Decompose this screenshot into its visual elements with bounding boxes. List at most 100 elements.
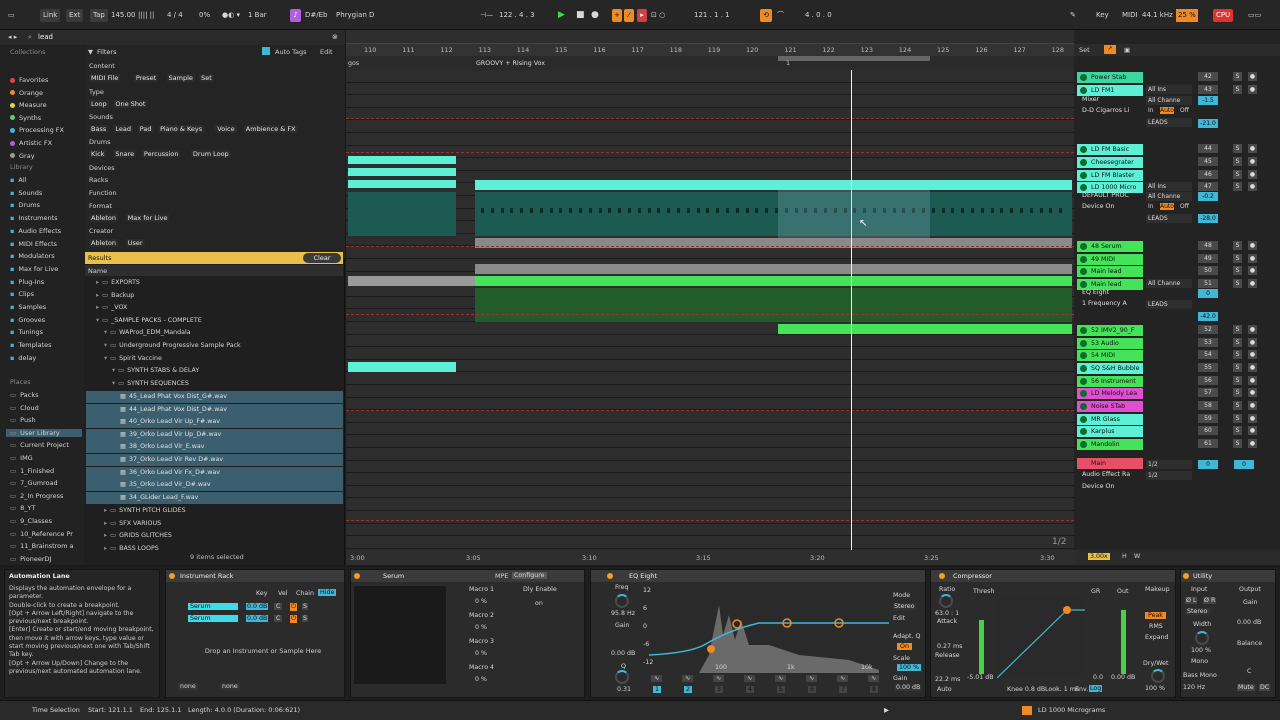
automation-line[interactable]	[346, 246, 1074, 247]
key-tab[interactable]: Key	[256, 590, 267, 597]
chain-volume[interactable]: 0.0 dB	[246, 603, 269, 610]
attack-value[interactable]: 0.27 ms	[937, 643, 962, 650]
eq-eight[interactable]: EQ Eight Freq 95.8 Hz Gain 0.00 dB Q 0.3…	[590, 569, 926, 698]
clip[interactable]	[475, 264, 1072, 274]
h-toggle[interactable]: H	[1122, 553, 1127, 560]
utility-device[interactable]: Utility Input Output Ø L Ø R Stereo Widt…	[1180, 569, 1276, 698]
record-icon[interactable]: ●	[591, 9, 599, 22]
track-number[interactable]: 54	[1198, 350, 1218, 359]
clip[interactable]	[778, 324, 1072, 334]
track-header[interactable]: 49 MIDI	[1077, 254, 1143, 265]
sample-file-row[interactable]: ▦ 37_Orko Lead Vir Rev D#.wav	[86, 454, 343, 466]
folder-row[interactable]: ▾ ▭ SYNTH STABS & DELAY	[112, 367, 199, 374]
sample-file-row[interactable]: ▦ 36_Orko Lead Vir Fx_D#.wav	[86, 466, 343, 479]
arm-button[interactable]: ●	[1248, 279, 1257, 288]
folder-row[interactable]: ▸ ▭ _VOX	[96, 304, 127, 311]
utility-header[interactable]: Utility	[1181, 570, 1275, 582]
drywet-value[interactable]: 100 %	[1145, 685, 1165, 692]
main-send[interactable]: 0	[1234, 460, 1254, 469]
width-value[interactable]: 100 %	[1191, 647, 1211, 654]
solo-button[interactable]: S	[1233, 363, 1242, 372]
volume-value[interactable]: -1.5	[1198, 96, 1218, 105]
solo-button[interactable]: S	[1233, 338, 1242, 347]
track-number[interactable]: 58	[1198, 401, 1218, 410]
track-number[interactable]: 44	[1198, 144, 1218, 153]
filter-chip-sounds[interactable]: Piano & Keys	[158, 125, 205, 133]
library-item-sounds[interactable]: ▪ Sounds	[10, 189, 42, 197]
sub-frequency[interactable]: 1 Frequency A	[1082, 300, 1127, 307]
link-button[interactable]: Link	[40, 9, 61, 22]
cpu-button[interactable]: CPU	[1213, 9, 1234, 22]
library-item-drums[interactable]: ▪ Drums	[10, 201, 40, 209]
serum-plugin-window[interactable]	[354, 586, 446, 684]
arm-button[interactable]: ●	[1248, 182, 1257, 191]
band-toggle[interactable]: 2	[684, 686, 693, 693]
collection-orange[interactable]: Orange	[10, 89, 43, 97]
track-number[interactable]: 43	[1198, 85, 1218, 94]
chain-pan[interactable]: C	[274, 615, 283, 622]
sub-mixer[interactable]: Mixer	[1082, 96, 1099, 103]
routing-select[interactable]: LEADS	[1146, 214, 1192, 223]
stop-icon[interactable]: ■	[576, 9, 585, 22]
follow-icon-mixer[interactable]: ↗	[1104, 45, 1116, 54]
place-cloud[interactable]: ▭ Cloud	[10, 404, 39, 412]
track-lane[interactable]	[346, 70, 1074, 83]
place-img[interactable]: ▭ IMG	[10, 454, 33, 462]
content-label[interactable]: Content	[89, 62, 115, 70]
solo-button[interactable]: S	[1233, 85, 1242, 94]
filter-chip-sounds[interactable]: Lead	[113, 125, 134, 133]
track-number[interactable]: 49	[1198, 254, 1218, 263]
locator-previous[interactable]: gos	[348, 60, 359, 67]
volume-value[interactable]: -28.0	[1198, 214, 1218, 223]
library-item-midi-effects[interactable]: ▪ MIDI Effects	[10, 240, 57, 248]
clip[interactable]	[475, 288, 1072, 322]
track-header[interactable]: 54 MIDI	[1077, 350, 1143, 361]
arm-button[interactable]: ●	[1248, 157, 1257, 166]
track-lane[interactable]	[346, 385, 1074, 398]
time-selection[interactable]	[778, 190, 930, 238]
clip[interactable]	[348, 362, 456, 372]
routing-select[interactable]: All Channe	[1146, 96, 1192, 105]
hide-button[interactable]: Hide	[318, 589, 337, 596]
solo-button[interactable]: S	[1233, 376, 1242, 385]
compressor[interactable]: Compressor Ratio 63.0 : 1 Attack 0.27 ms…	[930, 569, 1176, 698]
track-header[interactable]: LD FM Blaster	[1077, 170, 1143, 181]
solo-button[interactable]: S	[1233, 72, 1242, 81]
track-header[interactable]: Power Stab	[1077, 72, 1143, 83]
filter-chip-content[interactable]: Set	[199, 74, 214, 82]
library-item-audio-effects[interactable]: ▪ Audio Effects	[10, 227, 61, 235]
tempo-field[interactable]: 145.00	[111, 9, 136, 22]
key-map-button[interactable]: Key	[1096, 9, 1109, 22]
phase-right-button[interactable]: Ø R	[1203, 597, 1217, 604]
dc-button[interactable]: DC	[1259, 684, 1271, 691]
output-select[interactable]: none	[220, 683, 240, 690]
track-number[interactable]: 60	[1198, 426, 1218, 435]
serum-header[interactable]: Serum	[351, 570, 584, 582]
automation-line[interactable]	[346, 410, 1074, 411]
sample-file-row[interactable]: ▦ 34_GLider Lead_F.wav	[86, 491, 343, 504]
collection-processing-fx[interactable]: Processing FX	[10, 126, 64, 134]
library-item-samples[interactable]: ▪ Samples	[10, 303, 46, 311]
place-1-finished[interactable]: ▭ 1_Finished	[10, 467, 54, 475]
band-toggle[interactable]: 5	[777, 686, 786, 693]
track-header[interactable]: 48 Serum	[1077, 241, 1143, 252]
filter-chip-sounds[interactable]: Ambience & FX	[243, 125, 298, 133]
collection-synths[interactable]: Synths	[10, 114, 41, 122]
place-2-in-progress[interactable]: ▭ 2_In Progress	[10, 492, 63, 500]
bar-ruler[interactable]: 110 111 112 113 114 115 116 117 118 119 120 121 122 1…	[346, 44, 1074, 56]
sub-device-on[interactable]: Device On	[1082, 203, 1114, 210]
main-track-header[interactable]: Main	[1077, 458, 1143, 469]
track-lane[interactable]	[346, 485, 1074, 499]
place-user-library[interactable]: ▭ User Library	[6, 428, 82, 437]
overview-icon[interactable]: ▭▭	[1248, 9, 1261, 22]
band-toggle[interactable]: 3	[715, 686, 724, 693]
band-toggle[interactable]: 6	[808, 686, 817, 693]
format-label[interactable]: Format	[89, 202, 112, 210]
folder-row[interactable]: ▾ ▭ Underground Progressive Sample Pack	[104, 342, 241, 349]
log-button[interactable]: Log	[1089, 685, 1103, 692]
metronome-icon[interactable]: ●◐ ▾	[222, 9, 240, 22]
function-label[interactable]: Function	[89, 189, 117, 197]
filter-chip-content[interactable]: MIDI File	[89, 74, 121, 82]
macro-value[interactable]: 0 %	[475, 676, 487, 683]
folder-row[interactable]: ▸ ▭ SFX VARIOUS	[104, 520, 161, 527]
